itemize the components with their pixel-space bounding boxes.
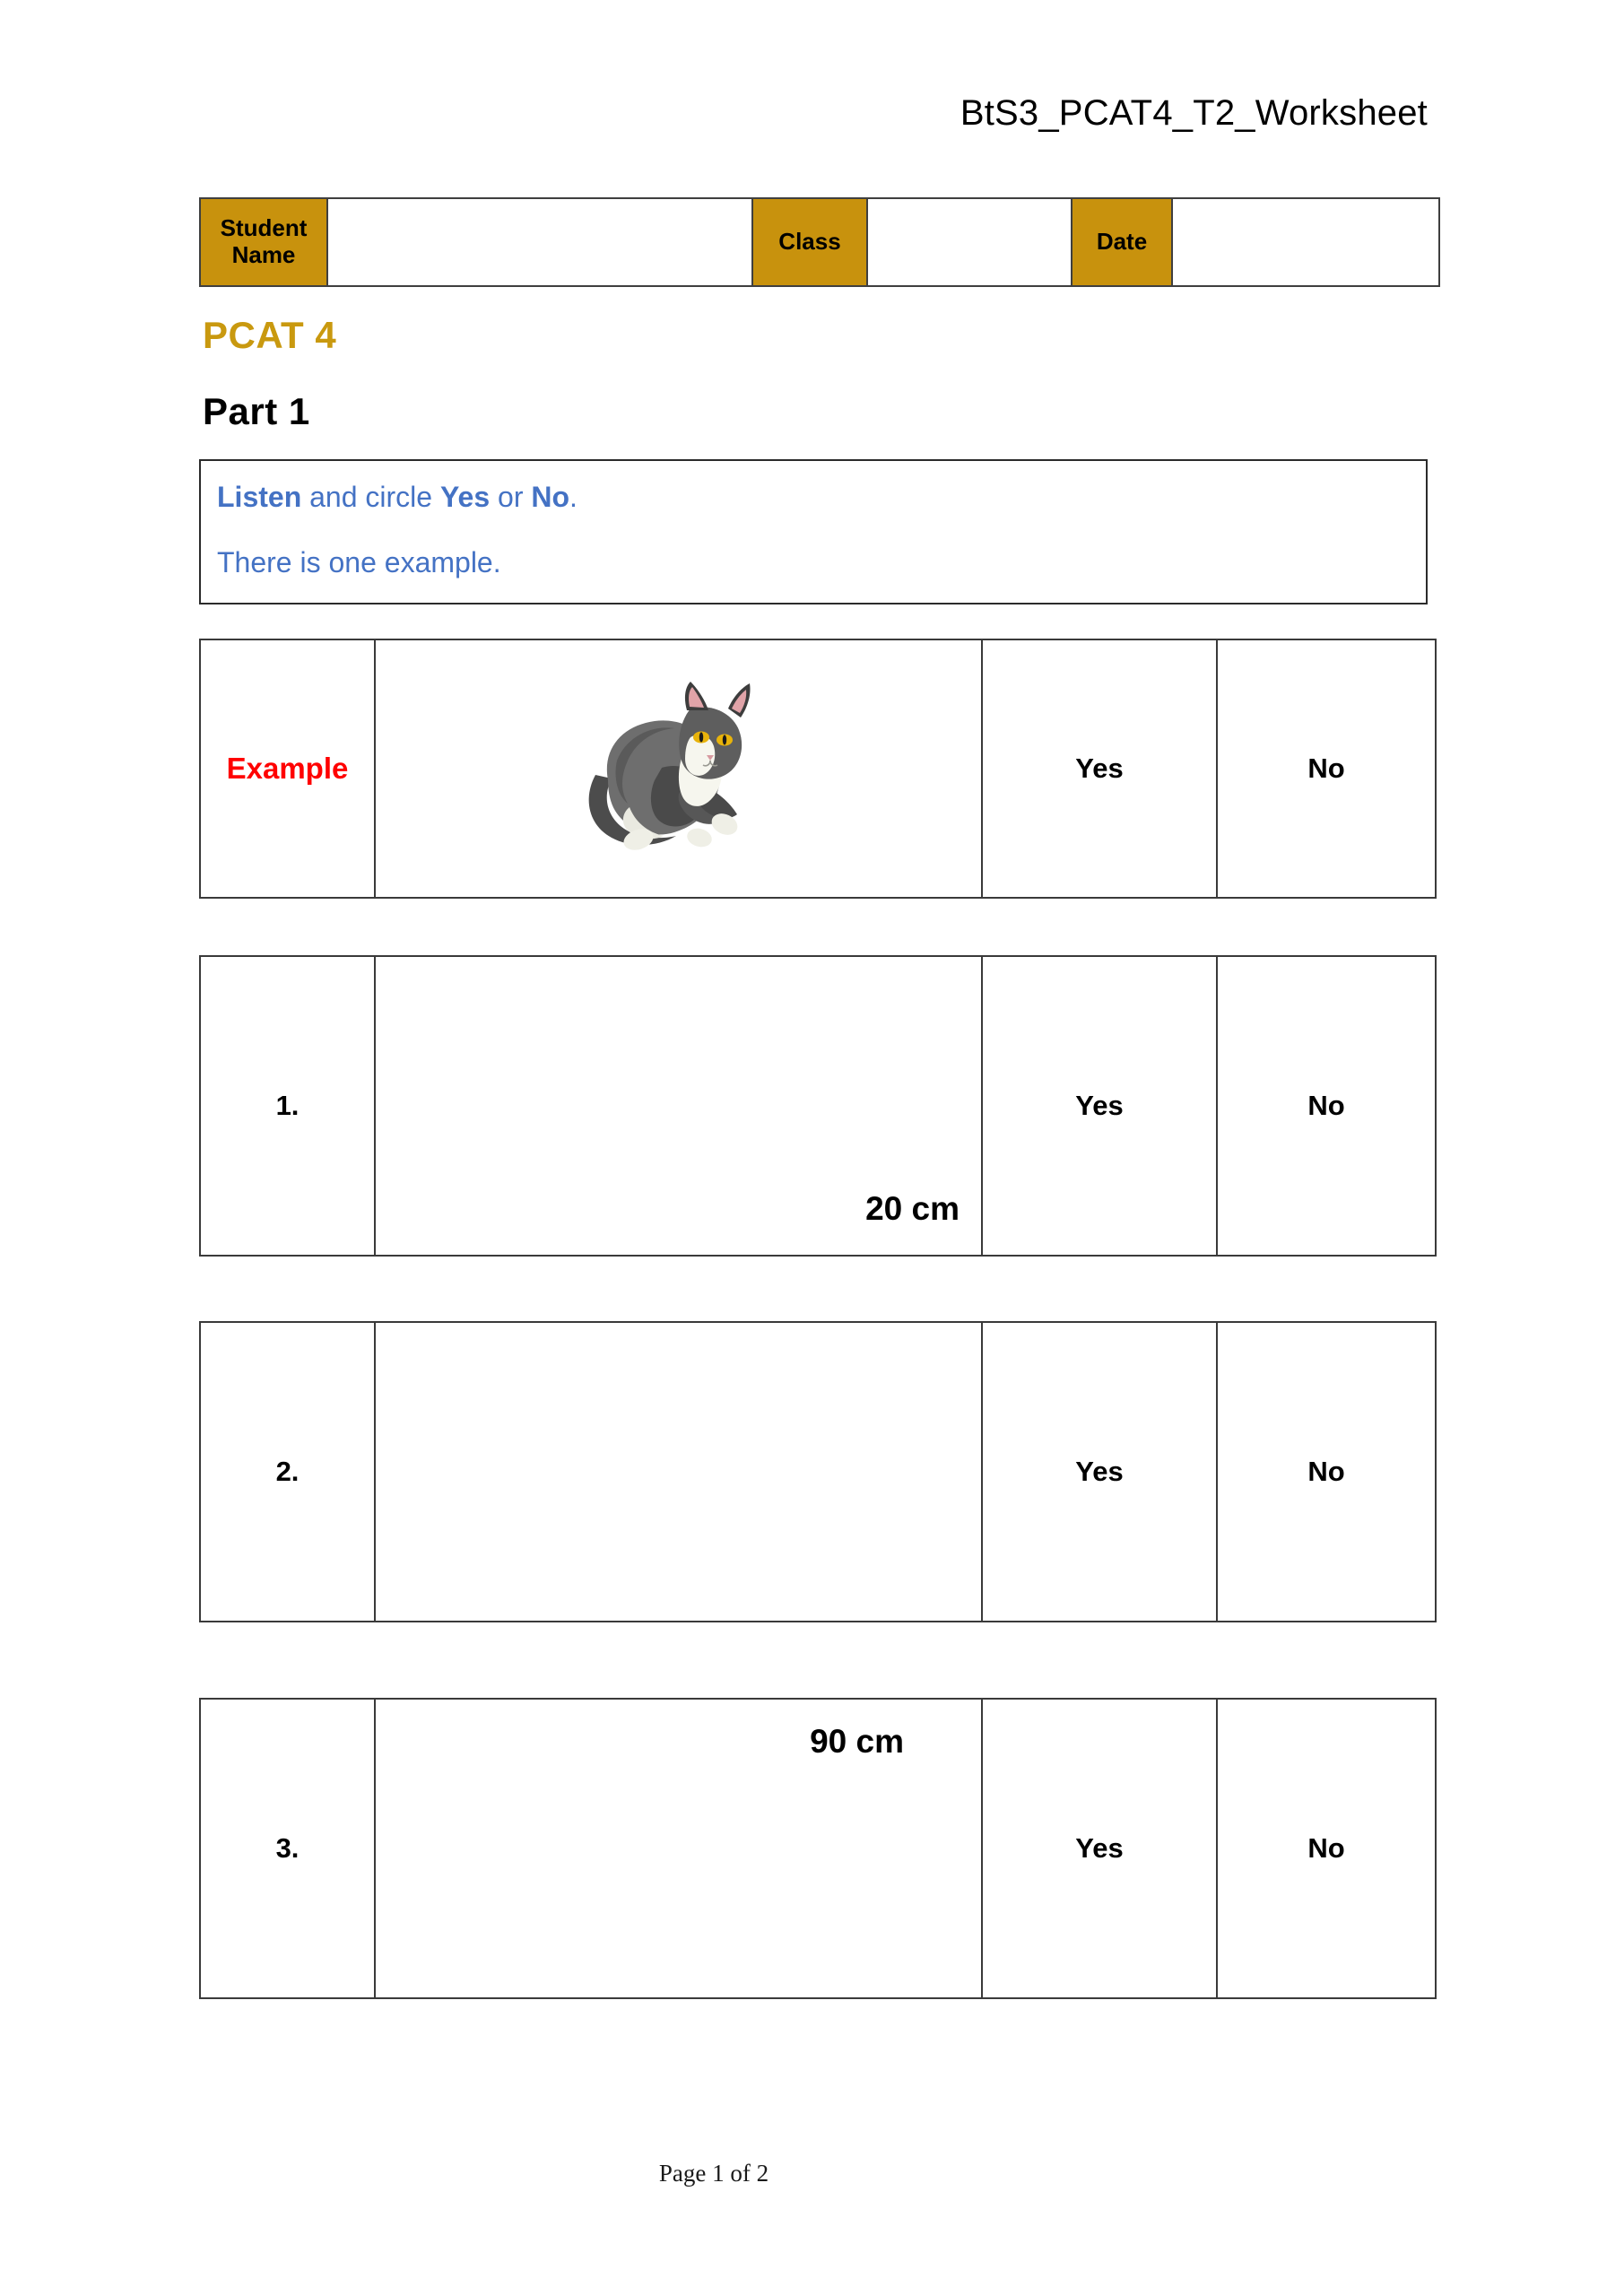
question-content-example (374, 639, 983, 899)
worksheet-page: BtS3_PCAT4_T2_Worksheet Student Name Cla… (0, 0, 1624, 2296)
class-field[interactable] (866, 197, 1073, 287)
answer-no-3[interactable]: No (1216, 1698, 1437, 1999)
question-table-1: 1. 20 cm Yes No (199, 955, 1437, 1257)
instruction-listen: Listen (217, 481, 302, 513)
table-row: 1. 20 cm Yes No (199, 955, 1437, 1257)
student-info-table: Student Name Class Date (199, 197, 1440, 287)
question-number-2: 2. (199, 1321, 376, 1622)
question-table-3: 3. 90 cm Yes No (199, 1698, 1437, 1999)
table-row: 2. Yes No (199, 1321, 1437, 1622)
instruction-no: No (531, 481, 570, 513)
part-heading: Part 1 (203, 390, 310, 432)
page-footer: Page 1 of 2 (658, 2160, 769, 2187)
cat-illustration-icon (576, 674, 782, 863)
class-label: Class (751, 197, 868, 287)
answer-yes-3[interactable]: Yes (981, 1698, 1218, 1999)
instruction-box: Listen and circle Yes or No. There is on… (199, 459, 1428, 604)
document-title: BtS3_PCAT4_T2_Worksheet (960, 93, 1428, 133)
instruction-period: . (569, 481, 578, 513)
question-content-1: 20 cm (374, 955, 983, 1257)
pcat-heading: PCAT 4 (203, 314, 337, 356)
question-table-example: Example Yes No (199, 639, 1437, 899)
question-content-3: 90 cm (374, 1698, 983, 1999)
question-number-3: 3. (199, 1698, 376, 1999)
answer-yes-example[interactable]: Yes (981, 639, 1218, 899)
instruction-mid: and circle (301, 481, 440, 513)
table-row: Student Name Class Date (199, 197, 1440, 287)
table-row: 3. 90 cm Yes No (199, 1698, 1437, 1999)
question-number-1: 1. (199, 955, 376, 1257)
student-name-field[interactable] (326, 197, 753, 287)
instruction-or: or (490, 481, 532, 513)
answer-no-2[interactable]: No (1216, 1321, 1437, 1622)
question-number-example: Example (199, 639, 376, 899)
question-content-2 (374, 1321, 983, 1622)
instruction-line-1: Listen and circle Yes or No. (217, 481, 578, 514)
student-name-label: Student Name (199, 197, 328, 287)
answer-no-example[interactable]: No (1216, 639, 1437, 899)
date-field[interactable] (1171, 197, 1440, 287)
answer-yes-2[interactable]: Yes (981, 1321, 1218, 1622)
answer-no-1[interactable]: No (1216, 955, 1437, 1257)
question-table-2: 2. Yes No (199, 1321, 1437, 1622)
instruction-yes: Yes (439, 481, 491, 513)
instruction-line-2: There is one example. (217, 546, 501, 578)
table-row: Example Yes No (199, 639, 1437, 899)
measurement-label-1: 20 cm (865, 1190, 960, 1227)
date-label: Date (1071, 197, 1173, 287)
measurement-label-3: 90 cm (810, 1723, 904, 1760)
answer-yes-1[interactable]: Yes (981, 955, 1218, 1257)
